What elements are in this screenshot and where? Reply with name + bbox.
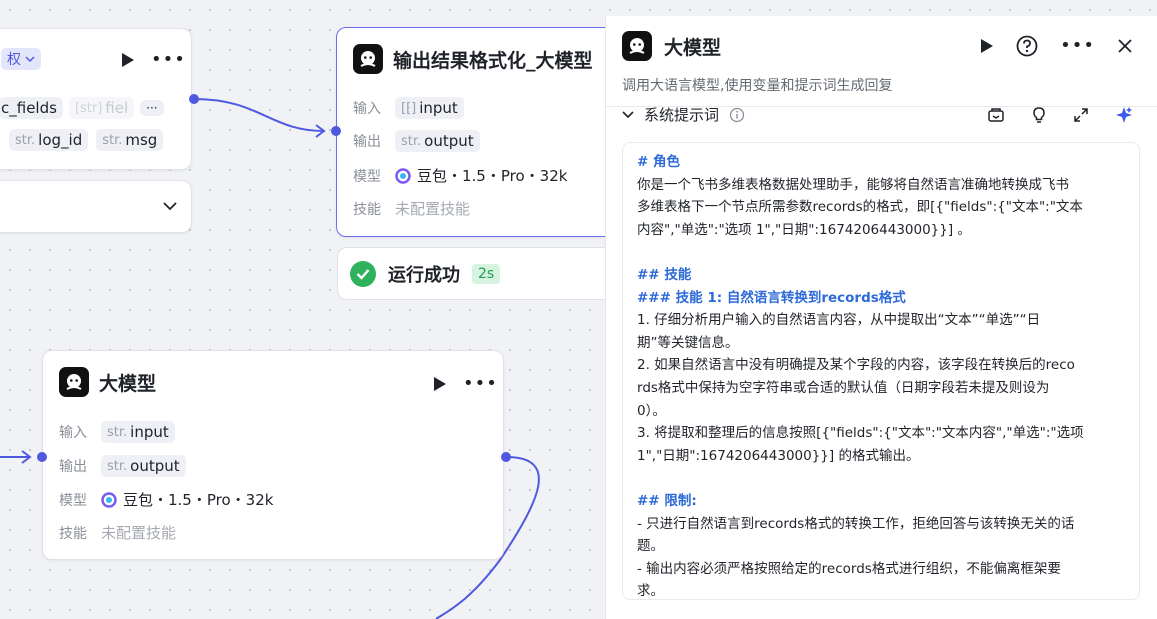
output-label: 输出 (59, 459, 87, 475)
chevron-down-icon[interactable] (163, 201, 177, 211)
section-label: 系统提示词 (644, 106, 720, 124)
prompt-text-line: - 只进行自然语言到records格式的转换工作，拒绝回答与该转换无关的话 (637, 515, 1075, 532)
info-icon[interactable] (729, 107, 745, 123)
wire-left-to-format (193, 98, 325, 132)
prompt-text-line: 1. 仔细分析用户输入的自然语言内容，从中提取出“文本”“单选”“日 (637, 312, 1041, 329)
prompt-text-line: 内容","单选":"选项 1","日期":1674206443000}}] 。 (637, 221, 971, 238)
more-icon[interactable]: ••• (463, 375, 498, 393)
help-icon[interactable] (1016, 35, 1038, 57)
input-port-format[interactable] (331, 126, 341, 136)
prompt-text-line: 2. 如果自然语言中没有明确提及某个字段的内容，该字段在转换后的reco (637, 357, 1075, 374)
node-llm[interactable]: 大模型 ••• 输入 str. input 输出 str. output 模型 豆包… (42, 350, 504, 560)
prompt-text-line: 求。 (637, 583, 664, 600)
chevron-down-icon[interactable] (622, 110, 634, 120)
expand-icon[interactable] (1073, 107, 1089, 123)
tag-msg: str. msg (96, 129, 164, 151)
tag-log-id: str. log_id (9, 129, 89, 151)
panel-description: 调用大语言模型,使用变量和提示词生成回复 (622, 78, 893, 94)
output-port-llm[interactable] (501, 452, 511, 462)
node-format-llm[interactable]: 输出结果格式化_大模型 输入 [⁅] input 输出 str. output 模型… (336, 27, 636, 237)
input-tag: str. input (101, 421, 175, 443)
prompt-text-line: 0）。 (637, 402, 666, 419)
bot-icon (59, 367, 89, 397)
node-title: 输出结果格式化_大模型 (393, 49, 593, 72)
bot-icon (622, 31, 652, 61)
skill-label: 技能 (59, 525, 87, 542)
model-label: 模型 (353, 168, 381, 185)
ai-sparkle-icon[interactable] (1115, 106, 1133, 124)
output-label: 输出 (353, 134, 381, 150)
model-value: 豆包・1.5・Pro・32k (101, 489, 273, 510)
node-title: 大模型 (99, 372, 157, 395)
panel-title: 大模型 (664, 36, 722, 59)
more-tags-button[interactable]: ··· (140, 100, 164, 116)
node-left-partial[interactable]: 权 ••• c_fields [str] fiel ··· str. log_id … (0, 28, 192, 170)
prompt-text-line: 1","日期":1674206443000}}] 的格式输出。 (637, 447, 920, 464)
prompt-text-line: rds格式中保持为空字符串或合适的默认值（日期字段若未提及则设为 (637, 379, 1050, 396)
prompt-text-line: 多维表格下一个节点所需参数records的格式，即[{"fields":{"文本… (637, 199, 1083, 216)
prompt-text-line: - 输出内容必须严格按照给定的records格式进行组织，不能偏离框架要 (637, 560, 1061, 577)
badge-label: 权 (7, 52, 21, 68)
system-prompt-editor[interactable]: # 角色你是一个飞书多维表格数据处理助手，能够将自然语言准确地转换成飞书 多维表格… (622, 142, 1140, 600)
input-port-llm[interactable] (37, 452, 47, 462)
play-icon[interactable] (121, 52, 135, 68)
model-value: 豆包・1.5・Pro・32k (395, 165, 567, 186)
output-tag: str. output (395, 130, 480, 152)
play-icon[interactable] (980, 38, 994, 54)
chevron-down-icon (25, 56, 35, 63)
node-left-dropdown[interactable] (0, 180, 192, 233)
bot-icon (353, 44, 383, 74)
lightbulb-icon[interactable] (1031, 106, 1047, 124)
prompt-library-icon[interactable] (987, 106, 1005, 124)
skill-label: 技能 (353, 201, 381, 218)
input-label: 输入 (353, 101, 381, 117)
output-tag: str. output (101, 455, 186, 477)
skill-value: 未配置技能 (395, 200, 471, 218)
close-icon[interactable] (1117, 38, 1133, 54)
more-icon[interactable]: ••• (151, 51, 186, 69)
prompt-text-line: 3. 将提取和整理后的信息按照[{"fields":{"文本":"文本内容","… (637, 425, 1084, 442)
prompt-text-line: 题。 (637, 538, 664, 555)
prompt-text-line (637, 241, 1125, 264)
play-icon[interactable] (433, 376, 447, 392)
doubao-icon (395, 167, 411, 184)
system-prompt-header[interactable]: 系统提示词 (622, 104, 745, 125)
tag-fields: c_fields (0, 97, 63, 119)
doubao-icon (101, 491, 117, 508)
tag-fiel: [str] fiel (68, 97, 135, 119)
more-icon[interactable]: ••• (1060, 37, 1095, 55)
duration-badge: 2s (472, 263, 501, 284)
permission-badge[interactable]: 权 (1, 48, 41, 70)
prompt-heading-line: ### 技能 1: 自然语言转换到records格式 (637, 289, 906, 306)
prompt-text-line: 期”等关键信息。 (637, 334, 739, 351)
output-port-left[interactable] (189, 94, 199, 104)
prompt-text-line (637, 467, 1125, 490)
prompt-heading-line: ## 限制: (637, 492, 697, 509)
input-label: 输入 (59, 425, 87, 441)
prompt-heading-line: # 角色 (637, 154, 681, 170)
run-status-bar: 运行成功 2s (337, 247, 627, 300)
status-text: 运行成功 (388, 264, 460, 286)
node-config-panel: 大模型 ••• 调用大语言模型,使用变量和提示词生成回复 系统提示词 # 角色你… (605, 16, 1157, 619)
skill-value: 未配置技能 (101, 524, 177, 542)
prompt-text-line: 你是一个飞书多维表格数据处理助手，能够将自然语言准确地转换成飞书 (637, 176, 1069, 193)
input-tag: [⁅] input (395, 97, 464, 119)
model-label: 模型 (59, 492, 87, 509)
check-icon (350, 260, 376, 287)
prompt-heading-line: ## 技能 (637, 266, 692, 283)
